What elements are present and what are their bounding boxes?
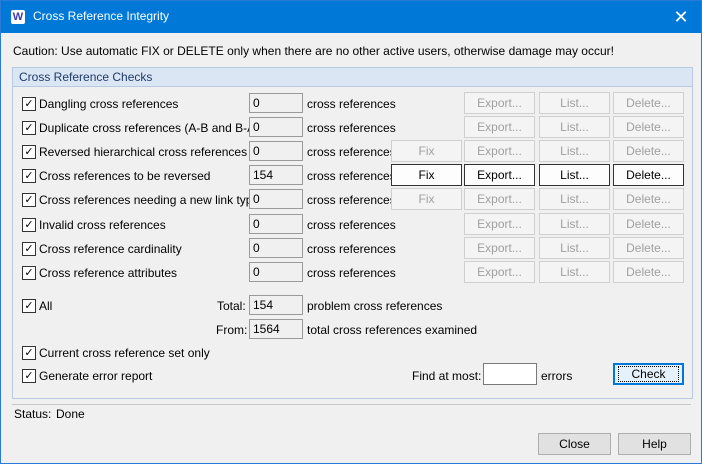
- check-button[interactable]: Check: [613, 363, 684, 385]
- check-row-label: Invalid cross references: [39, 218, 166, 232]
- fix-button[interactable]: Fix: [391, 164, 462, 186]
- generate-report-checkbox[interactable]: ✓: [22, 369, 36, 383]
- check-row-count: 0: [249, 214, 303, 234]
- from-label: From:: [216, 323, 248, 337]
- check-row-label: Duplicate cross references (A-B and B-A): [39, 121, 260, 135]
- check-row-unit: cross references: [307, 121, 396, 135]
- export-button[interactable]: Export...: [464, 188, 535, 210]
- divider: [12, 404, 691, 405]
- check-row-label: Reversed hierarchical cross references: [39, 145, 248, 159]
- check-row-count: 0: [249, 189, 303, 209]
- check-row-checkbox[interactable]: ✓: [22, 145, 36, 159]
- all-checkbox[interactable]: ✓: [22, 299, 36, 313]
- check-row-label: Cross reference cardinality: [39, 242, 182, 256]
- check-row-checkbox[interactable]: ✓: [22, 242, 36, 256]
- check-row-unit: cross references: [307, 242, 396, 256]
- export-button[interactable]: Export...: [464, 237, 535, 259]
- find-at-most-input[interactable]: [483, 363, 537, 385]
- check-row-checkbox[interactable]: ✓: [22, 121, 36, 135]
- check-row-label: Cross references to be reversed: [39, 169, 211, 183]
- check-row-count: 0: [249, 141, 303, 161]
- status-value: Done: [56, 407, 85, 421]
- delete-button[interactable]: Delete...: [613, 213, 684, 235]
- check-row-unit: cross references: [307, 266, 396, 280]
- check-row-unit: cross references: [307, 169, 396, 183]
- list-button[interactable]: List...: [539, 116, 610, 138]
- check-row-checkbox[interactable]: ✓: [22, 169, 36, 183]
- delete-button[interactable]: Delete...: [613, 261, 684, 283]
- delete-button[interactable]: Delete...: [613, 237, 684, 259]
- fix-button[interactable]: Fix: [391, 140, 462, 162]
- generate-report-label: Generate error report: [39, 369, 153, 383]
- delete-button[interactable]: Delete...: [613, 140, 684, 162]
- current-set-label: Current cross reference set only: [39, 346, 210, 360]
- check-row-unit: cross references: [307, 145, 396, 159]
- check-row-unit: cross references: [307, 193, 396, 207]
- total-value: 154: [249, 295, 303, 315]
- check-row-checkbox[interactable]: ✓: [22, 218, 36, 232]
- check-row-count: 0: [249, 262, 303, 282]
- current-set-checkbox[interactable]: ✓: [22, 346, 36, 360]
- close-icon[interactable]: ✕: [661, 1, 701, 33]
- check-row-count: 0: [249, 238, 303, 258]
- close-button[interactable]: Close: [538, 433, 611, 455]
- app-icon: W: [11, 10, 25, 24]
- check-row-unit: cross references: [307, 97, 396, 111]
- total-unit: problem cross references: [307, 299, 443, 313]
- title-bar[interactable]: W Cross Reference Integrity ✕: [1, 1, 701, 33]
- check-row-checkbox[interactable]: ✓: [22, 193, 36, 207]
- check-button-label: Check: [618, 366, 679, 382]
- export-button[interactable]: Export...: [464, 261, 535, 283]
- find-at-most-unit: errors: [541, 369, 573, 383]
- check-row-label: Cross reference attributes: [39, 266, 178, 280]
- check-row-label: Cross references needing a new link type: [39, 193, 260, 207]
- group-title: Cross Reference Checks: [19, 70, 153, 84]
- check-row-unit: cross references: [307, 218, 396, 232]
- delete-button[interactable]: Delete...: [613, 164, 684, 186]
- delete-button[interactable]: Delete...: [613, 116, 684, 138]
- status-label: Status:: [14, 407, 52, 421]
- export-button[interactable]: Export...: [464, 164, 535, 186]
- list-button[interactable]: List...: [539, 237, 610, 259]
- export-button[interactable]: Export...: [464, 140, 535, 162]
- dialog-window: W Cross Reference Integrity ✕ Caution: U…: [0, 0, 702, 464]
- list-button[interactable]: List...: [539, 140, 610, 162]
- check-row-checkbox[interactable]: ✓: [22, 97, 36, 111]
- caution-text: Caution: Use automatic FIX or DELETE onl…: [13, 44, 614, 58]
- window-title: Cross Reference Integrity: [33, 9, 170, 23]
- check-row-count: 0: [249, 117, 303, 137]
- export-button[interactable]: Export...: [464, 92, 535, 114]
- group-header: Cross Reference Checks: [13, 68, 692, 87]
- list-button[interactable]: List...: [539, 261, 610, 283]
- export-button[interactable]: Export...: [464, 213, 535, 235]
- check-row-count: 0: [249, 93, 303, 113]
- delete-button[interactable]: Delete...: [613, 188, 684, 210]
- from-unit: total cross references examined: [307, 323, 478, 337]
- total-label: Total:: [217, 299, 246, 313]
- list-button[interactable]: List...: [539, 188, 610, 210]
- delete-button[interactable]: Delete...: [613, 92, 684, 114]
- find-at-most-label: Find at most:: [412, 369, 482, 383]
- export-button[interactable]: Export...: [464, 116, 535, 138]
- check-row-checkbox[interactable]: ✓: [22, 266, 36, 280]
- all-label: All: [39, 299, 53, 313]
- help-button[interactable]: Help: [618, 433, 691, 455]
- check-row-label: Dangling cross references: [39, 97, 179, 111]
- check-row-count: 154: [249, 165, 303, 185]
- list-button[interactable]: List...: [539, 213, 610, 235]
- list-button[interactable]: List...: [539, 164, 610, 186]
- from-value: 1564: [249, 319, 303, 339]
- fix-button[interactable]: Fix: [391, 188, 462, 210]
- list-button[interactable]: List...: [539, 92, 610, 114]
